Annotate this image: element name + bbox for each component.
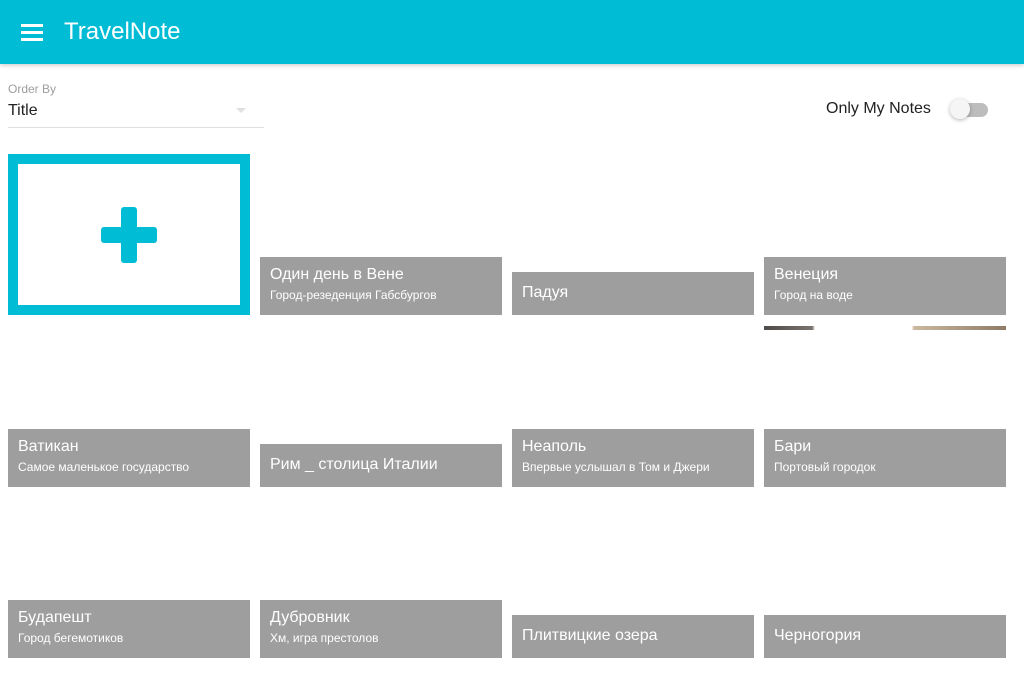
note-subtitle: Город бегемотиков [18, 631, 124, 645]
card-caption: Неаполь Впервые услышал в Том и Джери [512, 429, 754, 487]
plus-icon [101, 206, 157, 263]
card-caption: Венеция Город на воде [764, 257, 1006, 315]
only-my-notes-control: Only My Notes [826, 96, 992, 122]
note-card[interactable]: Черногория [764, 497, 1006, 658]
only-my-notes-label: Only My Notes [826, 100, 931, 117]
hamburger-menu-icon [21, 24, 43, 41]
note-title: Ватикан [18, 438, 79, 455]
menu-button[interactable] [12, 12, 52, 52]
dropdown-arrow-icon [236, 108, 246, 113]
card-caption: Черногория [764, 615, 1006, 658]
note-card[interactable]: Плитвицкие озера [512, 497, 754, 658]
note-card[interactable]: Падуя [512, 154, 754, 315]
app-bar: TravelNote [0, 0, 1024, 64]
card-caption: Бари Портовый городок [764, 429, 1006, 487]
note-subtitle: Портовый городок [774, 460, 876, 474]
card-caption: Рим _ столица Италии [260, 444, 502, 487]
card-caption: Один день в Вене Город-резеденция Габсбу… [260, 257, 502, 315]
order-by-label: Order By [8, 82, 57, 96]
note-title: Венеция [774, 266, 839, 283]
note-card[interactable]: Неаполь Впервые услышал в Том и Джери [512, 326, 754, 487]
toggle-thumb [950, 99, 970, 119]
card-caption: Ватикан Самое маленькое государство [8, 429, 250, 487]
notes-grid: Один день в Вене Город-резеденция Габсбу… [8, 154, 1016, 674]
note-card[interactable]: Венеция Город на воде [764, 154, 1006, 315]
add-note-button[interactable] [8, 154, 250, 315]
note-card[interactable]: Рим _ столица Италии [260, 326, 502, 487]
order-by-select[interactable]: Order By Title [8, 80, 264, 128]
card-caption: Падуя [512, 272, 754, 315]
only-my-notes-toggle[interactable] [950, 97, 990, 121]
note-title: Рим _ столица Италии [270, 456, 438, 473]
note-card[interactable]: Ватикан Самое маленькое государство [8, 326, 250, 487]
note-title: Дубровник [270, 609, 350, 626]
note-title: Один день в Вене [270, 266, 404, 283]
card-caption: Дубровник Хм, игра престолов [260, 600, 502, 658]
note-image [764, 326, 1006, 330]
note-card[interactable]: Бари Портовый городок [764, 326, 1006, 487]
note-card[interactable]: Один день в Вене Город-резеденция Габсбу… [260, 154, 502, 315]
card-caption: Будапешт Город бегемотиков [8, 600, 250, 658]
note-title: Падуя [522, 284, 569, 301]
note-card[interactable]: Дубровник Хм, игра престолов [260, 497, 502, 658]
note-title: Бари [774, 438, 812, 455]
app-title: TravelNote [64, 18, 181, 45]
note-title: Плитвицкие озера [522, 627, 658, 644]
note-title: Черногория [774, 627, 862, 644]
note-subtitle: Хм, игра престолов [270, 631, 379, 645]
note-subtitle: Город на воде [774, 288, 853, 302]
note-subtitle: Впервые услышал в Том и Джери [522, 460, 710, 474]
note-card[interactable]: Будапешт Город бегемотиков [8, 497, 250, 658]
note-subtitle: Город-резеденция Габсбургов [270, 288, 437, 302]
note-title: Неаполь [522, 438, 587, 455]
order-by-value: Title [8, 102, 38, 119]
note-title: Будапешт [18, 609, 92, 626]
card-caption: Плитвицкие озера [512, 615, 754, 658]
note-subtitle: Самое маленькое государство [18, 460, 190, 474]
